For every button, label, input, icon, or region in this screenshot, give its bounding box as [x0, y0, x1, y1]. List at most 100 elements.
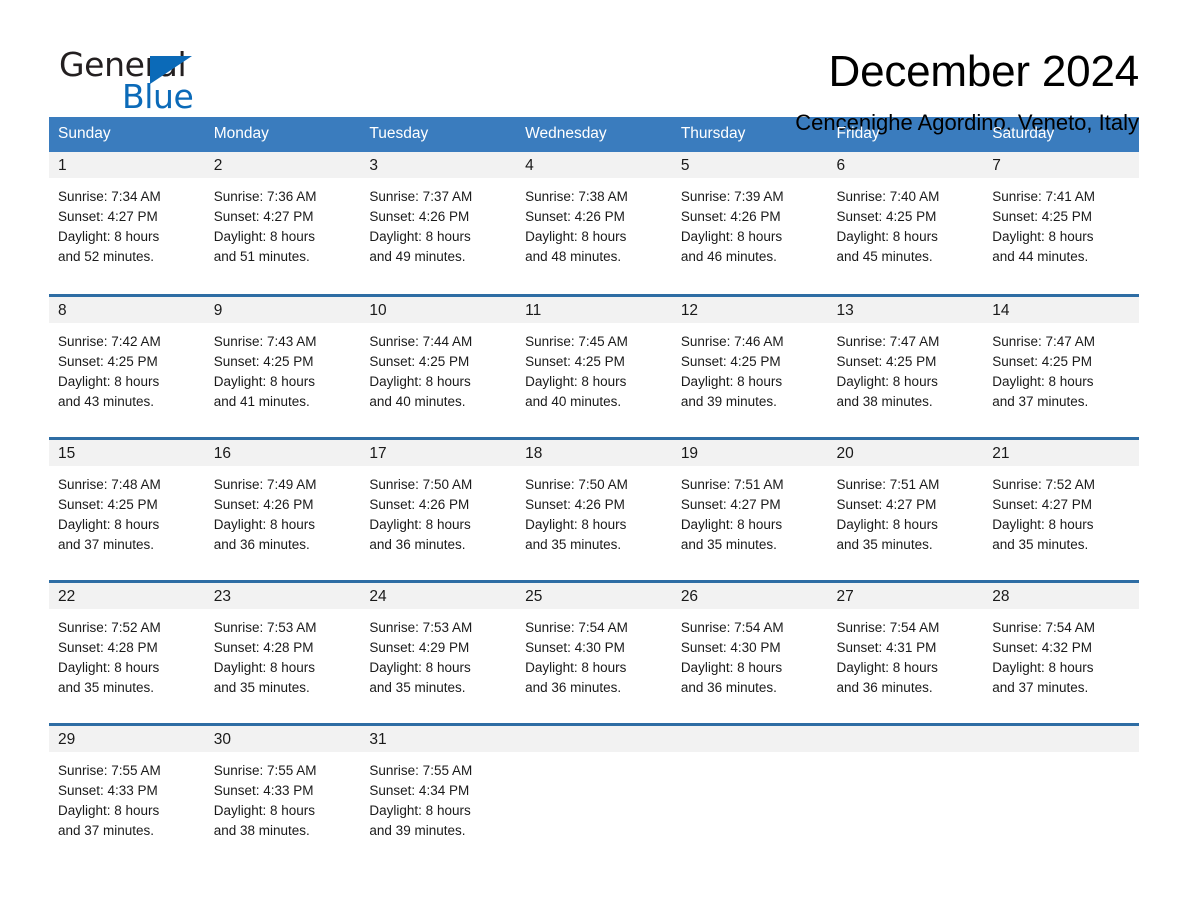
- calendar-day-cell[interactable]: 8 Sunrise: 7:42 AM Sunset: 4:25 PM Daylight…: [49, 293, 205, 429]
- day-details: Sunrise: 7:50 AM Sunset: 4:26 PM Daylight:…: [360, 466, 516, 555]
- day-number: [516, 725, 672, 752]
- sunrise-time: Sunrise: 7:50 AM: [525, 476, 628, 492]
- calendar-day-cell[interactable]: 11 Sunrise: 7:45 AM Sunset: 4:25 PM Dayligh…: [516, 293, 672, 429]
- day-details: Sunrise: 7:40 AM Sunset: 4:25 PM Daylight:…: [828, 178, 984, 267]
- day-number: 5: [671, 152, 828, 178]
- day-details: Sunrise: 7:41 AM Sunset: 4:25 PM Daylight:…: [983, 178, 1139, 267]
- calendar-day-cell[interactable]: 16 Sunrise: 7:49 AM Sunset: 4:26 PM Dayligh…: [204, 436, 361, 572]
- day-details: Sunrise: 7:54 AM Sunset: 4:30 PM Daylight:…: [672, 609, 828, 698]
- sunrise-time: Sunrise: 7:53 AM: [369, 619, 473, 635]
- calendar-week-row: 15 Sunrise: 7:48 AM Sunset: 4:25 PM Dayligh…: [49, 436, 1139, 572]
- sunrise-time: Sunrise: 7:47 AM: [836, 333, 940, 349]
- daylight-duration-line1: Daylight: 8 hours: [836, 373, 938, 389]
- calendar-day-cell[interactable]: 30 Sunrise: 7:55 AM Sunset: 4:33 PM Dayligh…: [204, 722, 361, 858]
- calendar-day-cell[interactable]: 20 Sunrise: 7:51 AM Sunset: 4:27 PM Dayligh…: [827, 436, 984, 572]
- calendar-day-cell[interactable]: 14 Sunrise: 7:47 AM Sunset: 4:25 PM Dayligh…: [983, 293, 1139, 429]
- calendar-day-cell[interactable]: 19 Sunrise: 7:51 AM Sunset: 4:27 PM Dayligh…: [671, 436, 828, 572]
- calendar-day-cell[interactable]: 28 Sunrise: 7:54 AM Sunset: 4:32 PM Dayligh…: [983, 579, 1139, 715]
- sunset-time: Sunset: 4:31 PM: [836, 639, 937, 655]
- day-number: 22: [49, 582, 205, 609]
- day-number: 4: [516, 152, 672, 178]
- day-number: 12: [671, 296, 828, 323]
- day-details: Sunrise: 7:36 AM Sunset: 4:27 PM Daylight:…: [205, 178, 361, 267]
- sunset-time: Sunset: 4:29 PM: [369, 639, 470, 655]
- calendar-day-cell-empty: [827, 722, 984, 858]
- day-details: Sunrise: 7:46 AM Sunset: 4:25 PM Daylight:…: [672, 323, 828, 412]
- daylight-duration-line1: Daylight: 8 hours: [369, 516, 471, 532]
- daylight-duration-line2: and 38 minutes.: [836, 393, 933, 409]
- sunrise-time: Sunrise: 7:47 AM: [992, 333, 1096, 349]
- daylight-duration-line2: and 36 minutes.: [680, 679, 777, 695]
- calendar-day-cell[interactable]: 27 Sunrise: 7:54 AM Sunset: 4:31 PM Dayligh…: [827, 579, 984, 715]
- day-number: [983, 725, 1139, 752]
- calendar-day-cell[interactable]: 2 Sunrise: 7:36 AM Sunset: 4:27 PM Daylight…: [204, 152, 361, 286]
- daylight-duration-line2: and 52 minutes.: [58, 249, 155, 264]
- day-details: Sunrise: 7:54 AM Sunset: 4:32 PM Daylight:…: [983, 609, 1139, 698]
- daylight-duration-line1: Daylight: 8 hours: [680, 373, 783, 389]
- sunrise-time: Sunrise: 7:51 AM: [680, 476, 784, 492]
- daylight-duration-line2: and 35 minutes.: [213, 679, 310, 695]
- daylight-duration-line1: Daylight: 8 hours: [992, 659, 1094, 675]
- calendar-day-cell[interactable]: 26 Sunrise: 7:54 AM Sunset: 4:30 PM Dayligh…: [671, 579, 828, 715]
- day-number: 28: [983, 582, 1139, 609]
- calendar-day-cell-empty: [516, 722, 672, 858]
- daylight-duration-line1: Daylight: 8 hours: [525, 516, 627, 532]
- calendar-day-cell[interactable]: 3 Sunrise: 7:37 AM Sunset: 4:26 PM Daylight…: [360, 152, 517, 286]
- week-gap-cell: [49, 572, 1139, 581]
- weekday-header-sunday: Sunday: [49, 117, 205, 152]
- calendar-day-cell[interactable]: 9 Sunrise: 7:43 AM Sunset: 4:25 PM Daylight…: [204, 293, 361, 429]
- calendar-day-cell[interactable]: 24 Sunrise: 7:53 AM Sunset: 4:29 PM Dayligh…: [360, 579, 517, 715]
- sunset-time: Sunset: 4:25 PM: [680, 353, 781, 369]
- calendar-day-cell[interactable]: 12 Sunrise: 7:46 AM Sunset: 4:25 PM Dayligh…: [671, 293, 828, 429]
- calendar-day-cell[interactable]: 13 Sunrise: 7:47 AM Sunset: 4:25 PM Dayligh…: [827, 293, 984, 429]
- daylight-duration-line1: Daylight: 8 hours: [680, 659, 783, 675]
- calendar-day-cell[interactable]: 18 Sunrise: 7:50 AM Sunset: 4:26 PM Dayligh…: [516, 436, 672, 572]
- sunset-time: Sunset: 4:33 PM: [213, 782, 314, 798]
- daylight-duration-line2: and 49 minutes.: [369, 249, 466, 264]
- calendar-day-cell[interactable]: 10 Sunrise: 7:44 AM Sunset: 4:25 PM Dayligh…: [360, 293, 517, 429]
- sunset-time: Sunset: 4:26 PM: [525, 209, 625, 224]
- daylight-duration-line1: Daylight: 8 hours: [58, 802, 160, 818]
- daylight-duration-line1: Daylight: 8 hours: [58, 516, 160, 532]
- daylight-duration-line2: and 35 minutes.: [836, 536, 933, 552]
- calendar-day-cell[interactable]: 15 Sunrise: 7:48 AM Sunset: 4:25 PM Dayligh…: [49, 436, 205, 572]
- daylight-duration-line1: Daylight: 8 hours: [992, 516, 1094, 532]
- daylight-duration-line2: and 51 minutes.: [213, 249, 310, 264]
- daylight-duration-line1: Daylight: 8 hours: [525, 229, 627, 244]
- calendar-body: 1 Sunrise: 7:34 AM Sunset: 4:27 PM Daylight…: [49, 152, 1139, 858]
- generalblue-logo[interactable]: General Blue: [49, 44, 249, 118]
- day-number: 25: [516, 582, 672, 609]
- calendar-week-row: 22 Sunrise: 7:52 AM Sunset: 4:28 PM Dayligh…: [49, 579, 1139, 715]
- daylight-duration-line1: Daylight: 8 hours: [992, 373, 1094, 389]
- day-number: [671, 725, 828, 752]
- calendar-day-cell[interactable]: 22 Sunrise: 7:52 AM Sunset: 4:28 PM Dayligh…: [49, 579, 205, 715]
- week-gap: [49, 286, 1139, 295]
- day-number: 14: [983, 296, 1139, 323]
- sunset-time: Sunset: 4:28 PM: [213, 639, 314, 655]
- day-number: 27: [827, 582, 984, 609]
- daylight-duration-line2: and 35 minutes.: [992, 536, 1089, 552]
- calendar-day-cell[interactable]: 5 Sunrise: 7:39 AM Sunset: 4:26 PM Daylight…: [671, 152, 828, 286]
- calendar-day-cell[interactable]: 1 Sunrise: 7:34 AM Sunset: 4:27 PM Daylight…: [49, 152, 205, 286]
- daylight-duration-line2: and 36 minutes.: [213, 536, 310, 552]
- daylight-duration-line2: and 37 minutes.: [58, 536, 155, 552]
- calendar-day-cell[interactable]: 23 Sunrise: 7:53 AM Sunset: 4:28 PM Dayligh…: [204, 579, 361, 715]
- calendar-day-cell[interactable]: 4 Sunrise: 7:38 AM Sunset: 4:26 PM Daylight…: [516, 152, 672, 286]
- calendar-day-cell-empty: [983, 722, 1139, 858]
- calendar-day-cell[interactable]: 31 Sunrise: 7:55 AM Sunset: 4:34 PM Dayligh…: [360, 722, 517, 858]
- calendar-day-cell[interactable]: 21 Sunrise: 7:52 AM Sunset: 4:27 PM Dayligh…: [983, 436, 1139, 572]
- day-number: 8: [49, 296, 205, 323]
- daylight-duration-line1: Daylight: 8 hours: [369, 802, 471, 818]
- calendar-day-cell[interactable]: 29 Sunrise: 7:55 AM Sunset: 4:33 PM Dayligh…: [49, 722, 205, 858]
- daylight-duration-line1: Daylight: 8 hours: [525, 659, 627, 675]
- week-gap-cell: [49, 286, 1139, 295]
- sunset-time: Sunset: 4:27 PM: [213, 209, 314, 224]
- sunset-time: Sunset: 4:25 PM: [836, 209, 937, 224]
- page-title: December 2024: [828, 47, 1140, 96]
- calendar-day-cell[interactable]: 6 Sunrise: 7:40 AM Sunset: 4:25 PM Daylight…: [827, 152, 984, 286]
- calendar-day-cell[interactable]: 17 Sunrise: 7:50 AM Sunset: 4:26 PM Dayligh…: [360, 436, 517, 572]
- calendar-day-cell[interactable]: 25 Sunrise: 7:54 AM Sunset: 4:30 PM Dayligh…: [516, 579, 672, 715]
- calendar-day-cell[interactable]: 7 Sunrise: 7:41 AM Sunset: 4:25 PM Daylight…: [983, 152, 1139, 286]
- daylight-duration-line1: Daylight: 8 hours: [58, 373, 160, 389]
- sunrise-time: Sunrise: 7:55 AM: [213, 762, 317, 778]
